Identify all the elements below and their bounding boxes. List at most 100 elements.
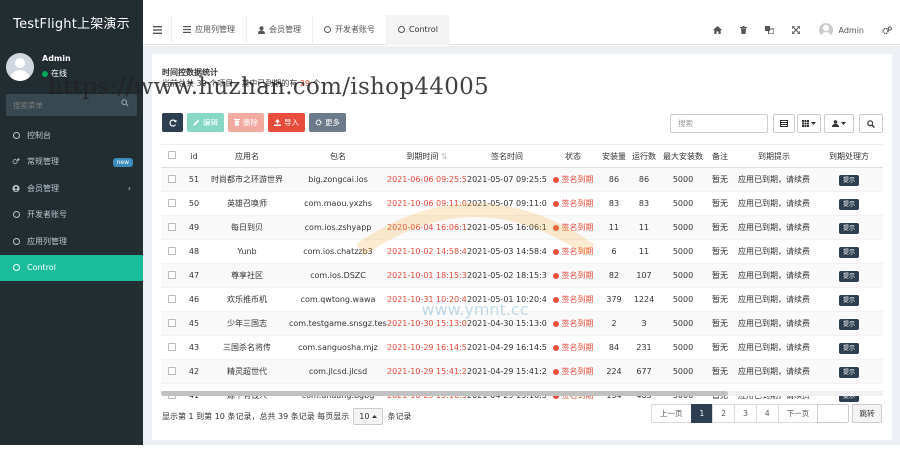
import-button[interactable]: 导入	[268, 113, 305, 132]
table-row[interactable]: 47 尊享社区 com.ios.DSZC 2021-10-01 18:15:36 202…	[161, 263, 883, 288]
fullscreen-icon[interactable]	[783, 15, 809, 45]
sidebar-item-apps[interactable]: 应用列管理	[0, 228, 143, 255]
page-size-select[interactable]: 10	[353, 408, 384, 425]
table-row[interactable]: 43 三国杀名将传 com.sanguosha.mjz 2021-10-29 16:1…	[161, 335, 883, 360]
cell-note: 暂无	[707, 311, 733, 336]
menu-toggle-icon[interactable]	[143, 15, 171, 45]
cell-max-installs: 5000	[659, 191, 707, 216]
table-row[interactable]: 45 少年三国志 com.testgame.snsgz.test 2021-10-30…	[161, 311, 883, 336]
more-label: 更多	[325, 118, 340, 127]
tab-members[interactable]: 会员管理	[246, 14, 312, 45]
app-logo[interactable]: TestFlight上架演示	[0, 0, 143, 44]
cell-max-installs: 5000	[659, 263, 707, 288]
sidebar-item-general[interactable]: 常规管理 new	[0, 149, 143, 176]
cell-app-name: 少年三国志	[205, 311, 289, 336]
column-header[interactable]: 到期提示	[733, 144, 815, 168]
row-checkbox[interactable]	[161, 239, 183, 264]
column-header[interactable]: 最大安装数	[659, 144, 707, 168]
table-row[interactable]: 42 精灵超世代 com.jlcsd.jlcsd 2021-10-29 15:41:2…	[161, 359, 883, 384]
tip-button[interactable]: 提示	[838, 367, 859, 378]
column-header[interactable]: 签名时间	[467, 144, 547, 168]
delete-button[interactable]: 删除	[228, 113, 264, 132]
edit-button[interactable]: 编辑	[187, 113, 224, 132]
horizontal-scrollbar[interactable]	[161, 391, 883, 396]
tip-button[interactable]: 提示	[838, 295, 859, 306]
advanced-search-button[interactable]	[859, 114, 883, 133]
search-icon[interactable]	[121, 99, 129, 107]
scrollbar-thumb[interactable]	[161, 391, 728, 396]
top-navbar: 应用列管理 会员管理 开发者账号 Control Admin	[143, 14, 900, 45]
tip-button[interactable]: 提示	[838, 247, 859, 258]
more-button[interactable]: 更多	[309, 113, 346, 132]
gears-icon[interactable]	[874, 15, 900, 45]
column-header[interactable]: 状态	[547, 144, 599, 168]
column-header[interactable]: 到期处理方	[815, 144, 883, 168]
tip-button[interactable]: 提示	[838, 199, 859, 210]
home-icon[interactable]	[705, 15, 731, 45]
tip-button[interactable]: 提示	[838, 271, 859, 282]
table-row[interactable]: 50 英雄召唤师 com.maou.yxzhs 2021-10-06 09:11:02…	[161, 191, 883, 216]
jump-page-input[interactable]	[817, 404, 849, 423]
column-header[interactable]: 备注	[707, 144, 733, 168]
sidebar-menu: 控制台 常规管理 new 会员管理 ‹ 开发者账号 应用列管理 Control	[0, 122, 143, 281]
cell-expire-tip: 应用已到期，请续费	[733, 263, 815, 288]
cell-status: 签名到期	[547, 191, 599, 216]
row-checkbox[interactable]	[161, 359, 183, 384]
cell-package: big.zongcai.ios	[289, 167, 387, 192]
row-checkbox[interactable]	[161, 215, 183, 240]
cell-expire-time: 2021-10-30 15:13:01	[387, 311, 467, 336]
user-menu[interactable]: Admin	[809, 23, 875, 37]
sidebar-item-dashboard[interactable]: 控制台	[0, 122, 143, 149]
columns-dropdown[interactable]	[797, 114, 821, 133]
cell-sign-time: 2021-05-07 09:11:02	[467, 191, 547, 216]
toggle-view-button[interactable]	[773, 114, 795, 133]
column-header[interactable]: id	[183, 144, 205, 168]
sidebar-item-control[interactable]: Control	[0, 254, 143, 281]
trash-icon[interactable]	[731, 15, 757, 45]
tip-button[interactable]: 提示	[838, 343, 859, 354]
jump-button[interactable]: 跳转	[852, 404, 882, 423]
sidebar-item-developer[interactable]: 开发者账号	[0, 202, 143, 229]
select-all-checkbox[interactable]	[161, 144, 183, 168]
translate-icon[interactable]	[757, 15, 783, 45]
page-1-button[interactable]: 1	[690, 404, 714, 423]
column-header[interactable]: 运行数	[629, 144, 659, 168]
page-3-button[interactable]: 3	[734, 404, 757, 423]
row-checkbox[interactable]	[161, 191, 183, 216]
cell-max-installs: 5000	[659, 359, 707, 384]
next-page-button[interactable]: 下一页	[777, 404, 819, 423]
table-search-input[interactable]: 搜索	[670, 114, 768, 133]
tab-app-list[interactable]: 应用列管理	[171, 14, 246, 45]
column-header[interactable]: 安装量	[599, 144, 629, 168]
row-checkbox[interactable]	[161, 263, 183, 288]
page-2-button[interactable]: 2	[712, 404, 736, 423]
sidebar-item-members[interactable]: 会员管理 ‹	[0, 175, 143, 202]
search-icon	[867, 119, 875, 128]
table-row[interactable]: 51 时尚都市之环游世界 big.zongcai.ios 2021-06-06 09:…	[161, 167, 883, 192]
sidebar-search-input[interactable]: 搜索菜单	[6, 94, 137, 116]
table-row[interactable]: 48 Yunb com.ios.chatzzb3 2021-10-02 14:58:4…	[161, 239, 883, 264]
summary-suffix: 个	[312, 79, 321, 88]
user-status: 在线	[42, 68, 67, 79]
column-header-sortable[interactable]: 到期时间 ⇅	[387, 144, 467, 168]
row-checkbox[interactable]	[161, 311, 183, 336]
prev-page-button[interactable]: 上一页	[651, 404, 692, 423]
column-header[interactable]: 应用名	[205, 144, 289, 168]
row-checkbox[interactable]	[161, 167, 183, 192]
tip-button[interactable]: 提示	[838, 223, 859, 234]
table-row[interactable]: 49 每日到贝 com.ios.zshyapp 2020-06-04 16:06:13…	[161, 215, 883, 240]
tip-button[interactable]: 提示	[838, 175, 859, 186]
refresh-button[interactable]	[162, 113, 183, 132]
export-dropdown[interactable]	[824, 114, 854, 133]
row-checkbox[interactable]	[161, 335, 183, 360]
column-header[interactable]: 包名	[289, 144, 387, 168]
page-4-button[interactable]: 4	[755, 404, 779, 423]
tab-control[interactable]: Control	[386, 14, 449, 45]
cell-status: 签名到期	[547, 167, 599, 192]
grid-icon	[802, 120, 809, 127]
tab-developer[interactable]: 开发者账号	[312, 14, 386, 45]
cell-app-name: 三国杀名将传	[205, 335, 289, 360]
row-checkbox[interactable]	[161, 287, 183, 312]
table-row[interactable]: 46 欢乐推币机 com.qwtong.wawa 2021-10-31 10:20:4…	[161, 287, 883, 312]
tip-button[interactable]: 提示	[838, 319, 859, 330]
